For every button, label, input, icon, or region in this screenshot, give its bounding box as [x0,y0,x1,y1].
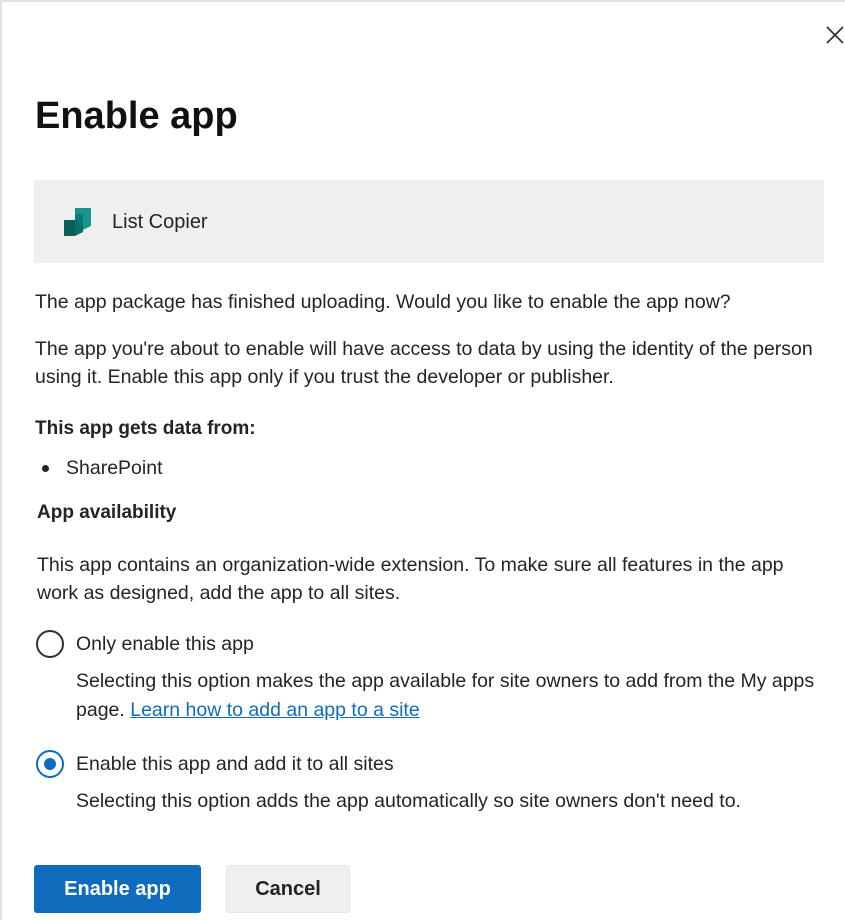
upload-complete-message: The app package has finished uploading. … [35,291,731,313]
data-sources-heading: This app gets data from: [35,418,256,439]
list-item: SharePoint [35,454,162,482]
dialog-title: Enable app [35,95,238,137]
radio-label-only-enable: Only enable this app [76,633,254,655]
option-enable-all-sites: Enable this app and add it to all sites … [36,749,836,816]
access-warning-message: The app you're about to enable will have… [35,338,813,388]
learn-more-link[interactable]: Learn how to add an app to a site [130,699,419,721]
data-sources-list: SharePoint [35,454,162,482]
option-description-text: Selecting this option adds the app autom… [76,790,741,812]
option-description: Selecting this option makes the app avai… [76,667,836,725]
radio-enable-all-row[interactable]: Enable this app and add it to all sites [36,749,836,779]
cancel-button[interactable]: Cancel [226,865,350,913]
radio-only-enable-row[interactable]: Only enable this app [36,629,836,659]
option-description: Selecting this option adds the app autom… [76,787,836,816]
app-card: List Copier [34,180,824,263]
option-only-enable: Only enable this app Selecting this opti… [36,629,836,725]
availability-heading: App availability [37,502,177,523]
availability-description: This app contains an organization-wide e… [37,554,784,604]
app-name: List Copier [112,211,208,233]
radio-label-enable-all: Enable this app and add it to all sites [76,753,394,775]
enable-app-button[interactable]: Enable app [34,865,201,913]
app-package-icon [64,208,91,236]
close-icon[interactable] [822,22,845,48]
radio-unchecked-icon[interactable] [36,630,64,658]
radio-checked-icon[interactable] [36,750,64,778]
data-source-label: SharePoint [66,457,163,479]
enable-app-dialog: Enable app List Copier The app package h… [0,0,845,920]
bullet-icon [42,464,49,472]
